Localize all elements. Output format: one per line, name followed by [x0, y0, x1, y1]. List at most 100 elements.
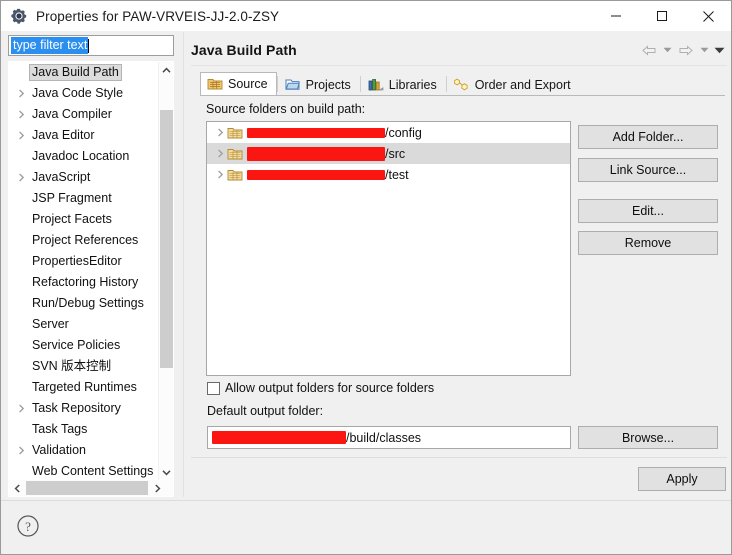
sidebar-item-refactoring-history[interactable]: Refactoring History	[9, 272, 159, 293]
filter-input[interactable]: type filter text	[8, 35, 174, 56]
source-folder-suffix: /test	[385, 167, 409, 182]
edit-button[interactable]: Edit...	[578, 199, 718, 223]
sidebar-item-java-build-path[interactable]: Java Build Path	[9, 62, 159, 83]
sidebar-item-java-compiler[interactable]: Java Compiler	[9, 104, 159, 125]
sidebar-item-svn[interactable]: SVN 版本控制	[9, 356, 159, 377]
sidebar-item-task-repository[interactable]: Task Repository	[9, 398, 159, 419]
allow-output-folders-checkbox[interactable]	[207, 381, 220, 395]
sidebar-item-label: Java Code Style	[32, 86, 124, 100]
arrow-left-icon[interactable]	[638, 40, 660, 60]
sidebar-item-task-tags[interactable]: Task Tags	[9, 419, 159, 440]
remove-button[interactable]: Remove	[578, 231, 718, 255]
sidebar-item-label: Java Editor	[32, 128, 95, 142]
expand-chevron-icon[interactable]	[213, 147, 227, 161]
arrow-right-icon[interactable]	[675, 40, 697, 60]
sidebar-item-label: Javadoc Location	[32, 149, 130, 163]
sidebar-item-label: Task Repository	[32, 401, 121, 415]
default-output-folder-value: /build/classes	[212, 431, 421, 445]
sidebar-item-java-code-style[interactable]: Java Code Style	[9, 83, 159, 104]
tab-projects[interactable]: Projects	[278, 72, 360, 96]
sidebar-item-run-debug-settings[interactable]: Run/Debug Settings	[9, 293, 159, 314]
tab-source[interactable]: Source	[200, 72, 277, 96]
sidebar-item-label: Run/Debug Settings	[32, 296, 144, 310]
tab-label: Source	[228, 77, 268, 91]
expand-chevron-icon[interactable]	[213, 168, 227, 182]
tab-bar-underline	[200, 95, 725, 96]
add-folder-button[interactable]: Add Folder...	[578, 125, 718, 149]
libraries-icon	[368, 77, 384, 93]
source-folder-row[interactable]: /test	[207, 164, 570, 185]
expand-chevron-icon[interactable]	[15, 129, 28, 142]
properties-dialog: Properties for PAW-VRVEIS-JJ-2.0-ZSY typ…	[0, 0, 732, 555]
page-nav-group	[638, 40, 727, 60]
source-folder-row[interactable]: /config	[207, 122, 570, 143]
sidebar-item-jsp-fragment[interactable]: JSP Fragment	[9, 188, 159, 209]
source-folder-icon	[207, 76, 223, 92]
sidebar-item-label: Validation	[32, 443, 86, 457]
tab-order-and-export[interactable]: Order and Export	[447, 72, 580, 96]
chevron-up-icon[interactable]	[159, 62, 173, 78]
tab-label: Order and Export	[474, 77, 571, 92]
default-output-folder-label: Default output folder:	[207, 404, 324, 418]
sidebar-item-label: JSP Fragment	[32, 191, 112, 205]
source-folder-icon	[227, 125, 243, 140]
expand-chevron-icon[interactable]	[15, 171, 28, 184]
order-export-icon	[453, 77, 470, 93]
sidebar-item-label: Targeted Runtimes	[32, 380, 137, 394]
properties-gear-icon	[10, 7, 28, 25]
chevron-right-icon[interactable]	[149, 480, 165, 496]
caret-down-icon[interactable]	[660, 40, 675, 60]
scrollbar-thumb-horizontal[interactable]	[26, 481, 148, 495]
sidebar-item-project-facets[interactable]: Project Facets	[9, 209, 159, 230]
tab-label: Libraries	[388, 77, 437, 92]
allow-output-folders-checkbox-row[interactable]: Allow output folders for source folders	[207, 381, 434, 395]
sidebar-item-targeted-runtimes[interactable]: Targeted Runtimes	[9, 377, 159, 398]
tree-horizontal-scrollbar[interactable]	[9, 480, 173, 496]
sidebar-item-java-editor[interactable]: Java Editor	[9, 125, 159, 146]
tab-libraries[interactable]: Libraries	[361, 72, 446, 96]
source-folders-list[interactable]: /config/src/test	[206, 121, 571, 376]
help-question-icon[interactable]: ?	[15, 513, 41, 539]
page-menu-caret-icon[interactable]	[712, 40, 727, 60]
sidebar-item-label: Project Facets	[32, 212, 112, 226]
expand-chevron-icon[interactable]	[15, 444, 28, 457]
tree-vertical-scrollbar[interactable]	[158, 62, 173, 480]
link-source-button[interactable]: Link Source...	[578, 158, 718, 182]
output-path-suffix: /build/classes	[346, 430, 422, 445]
expand-chevron-icon[interactable]	[15, 108, 28, 121]
source-folder-row[interactable]: /src	[207, 143, 570, 164]
window-title: Properties for PAW-VRVEIS-JJ-2.0-ZSY	[36, 8, 280, 24]
maximize-button[interactable]	[639, 1, 685, 31]
sidebar-item-server[interactable]: Server	[9, 314, 159, 335]
sidebar-item-label: Java Compiler	[32, 107, 112, 121]
chevron-left-icon[interactable]	[9, 480, 25, 496]
minimize-button[interactable]	[593, 1, 639, 31]
sidebar-item-label: PropertiesEditor	[32, 254, 122, 268]
settings-tree-list: Java Build Path Java Code Style Java Compi…	[9, 62, 159, 480]
browse-button[interactable]: Browse...	[578, 426, 718, 449]
filter-input-value: type filter text	[11, 37, 89, 54]
sidebar-item-service-policies[interactable]: Service Policies	[9, 335, 159, 356]
apply-button[interactable]: Apply	[638, 467, 726, 491]
sidebar-item-validation[interactable]: Validation	[9, 440, 159, 461]
sidebar-item-web-content-settings[interactable]: Web Content Settings	[9, 461, 159, 480]
expand-chevron-icon[interactable]	[15, 87, 28, 100]
allow-output-folders-label: Allow output folders for source folders	[225, 381, 435, 395]
expand-chevron-icon[interactable]	[15, 402, 28, 415]
tab-label: Projects	[305, 77, 351, 92]
sidebar-item-javadoc-location[interactable]: Javadoc Location	[9, 146, 159, 167]
caret-down-icon-forward[interactable]	[697, 40, 712, 60]
expand-chevron-icon[interactable]	[213, 126, 227, 140]
scrollbar-thumb[interactable]	[160, 110, 173, 368]
sidebar-item-project-references[interactable]: Project References	[9, 230, 159, 251]
sidebar-item-propertieseditor[interactable]: PropertiesEditor	[9, 251, 159, 272]
settings-tree[interactable]: Java Build Path Java Code Style Java Compi…	[8, 61, 174, 497]
default-output-folder-input[interactable]: /build/classes	[207, 426, 571, 449]
sidebar-item-javascript[interactable]: JavaScript	[9, 167, 159, 188]
source-folders-label: Source folders on build path:	[206, 102, 366, 116]
source-folder-suffix: /src	[385, 146, 406, 161]
page-title: Java Build Path	[191, 42, 297, 58]
sidebar-item-label: Server	[32, 317, 69, 331]
close-button[interactable]	[685, 1, 731, 31]
chevron-down-icon[interactable]	[159, 464, 173, 480]
